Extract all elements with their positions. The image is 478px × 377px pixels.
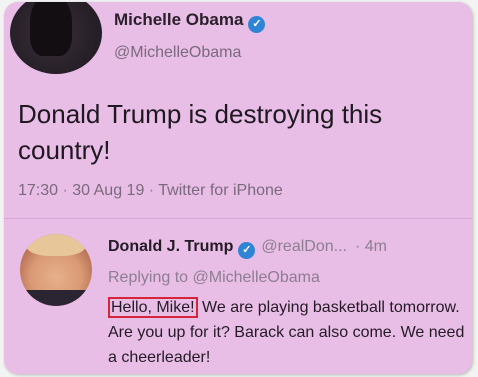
meta-separator: · (58, 182, 73, 199)
divider (4, 218, 472, 219)
highlighted-greeting: Hello, Mike! (108, 297, 198, 318)
tweet-meta: 17:30 · 30 Aug 19 · Twitter for iPhone (18, 182, 283, 200)
avatar-silhouette (30, 2, 72, 56)
avatar-suit (20, 290, 92, 306)
replying-to[interactable]: Replying to @MichelleObama (108, 269, 320, 287)
reply-time: · 4m (354, 238, 387, 255)
michelle-avatar[interactable] (10, 2, 102, 74)
author-name-row[interactable]: Michelle Obama ✓ (114, 10, 266, 33)
reply-handle[interactable]: @realDon... (261, 238, 347, 255)
reply-header: Donald J. Trump ✓ @realDon... · 4m (108, 238, 387, 259)
trump-avatar[interactable] (20, 234, 92, 306)
verified-icon: ✓ (248, 16, 266, 33)
avatar-hair (26, 234, 86, 256)
tweet-date: 30 Aug 19 (72, 182, 145, 199)
reply-body: Hello, Mike! We are playing basketball t… (108, 295, 468, 370)
tweet-text: Donald Trump is destroying this country! (18, 99, 383, 165)
reply-author-name[interactable]: Donald J. Trump (108, 238, 233, 255)
meta-separator: · (144, 182, 159, 199)
tweet-source[interactable]: Twitter for iPhone (158, 182, 283, 199)
tweet-screen: Michelle Obama ✓ @MichelleObama Donald Tr… (4, 2, 472, 374)
tweet-time: 17:30 (18, 182, 59, 199)
author-name[interactable]: Michelle Obama (114, 10, 243, 29)
author-handle[interactable]: @MichelleObama (114, 44, 241, 62)
verified-icon: ✓ (238, 242, 256, 259)
